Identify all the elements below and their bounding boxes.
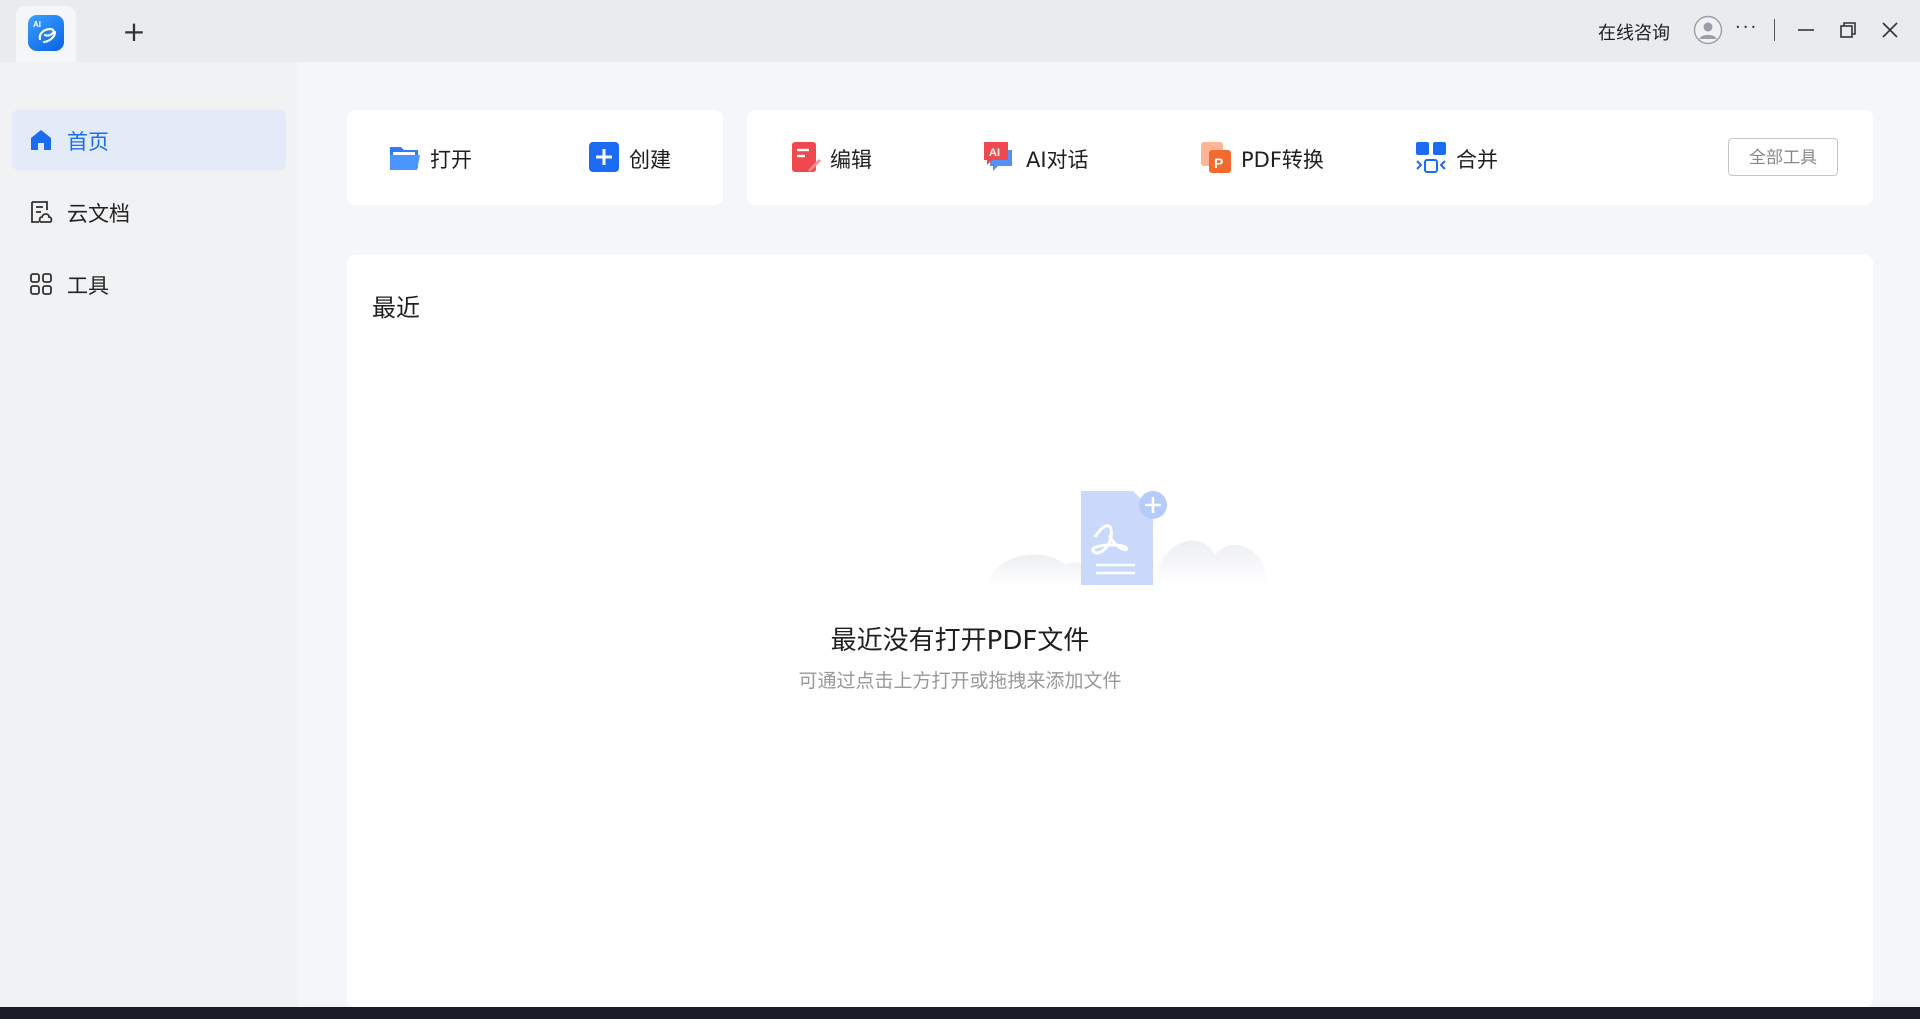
- create-label: 创建: [629, 148, 671, 172]
- empty-state-subtitle: 可通过点击上方打开或拖拽来添加文件: [798, 670, 1122, 692]
- svg-text:P: P: [1214, 155, 1223, 171]
- taskbar-edge: [0, 1007, 1920, 1019]
- empty-state-title: 最近没有打开PDF文件: [830, 626, 1090, 656]
- sidebar-item-home[interactable]: 首页: [12, 110, 286, 170]
- edit-label: 编辑: [830, 148, 872, 172]
- cloud-doc-icon: [28, 199, 54, 225]
- sidebar-item-tools[interactable]: 工具: [12, 254, 286, 314]
- title-bar: AI + 在线咨询 ···: [0, 0, 1920, 62]
- home-icon: [28, 127, 54, 153]
- sidebar-item-label: 云文档: [67, 202, 130, 226]
- sidebar: 首页 云文档 工具: [0, 62, 298, 1007]
- ai-chat-label: AI对话: [1026, 148, 1089, 172]
- open-label: 打开: [430, 148, 472, 172]
- new-tab-button[interactable]: +: [120, 18, 148, 47]
- ai-chat-icon: AI: [982, 140, 1016, 174]
- title-divider: [1774, 19, 1775, 41]
- sidebar-item-cloud-docs[interactable]: 云文档: [12, 182, 286, 242]
- user-avatar-icon[interactable]: [1693, 15, 1723, 45]
- svg-text:AI: AI: [33, 20, 41, 29]
- sidebar-item-label: 首页: [67, 130, 109, 154]
- restore-icon[interactable]: [1836, 18, 1860, 42]
- tools-grid-icon: [28, 271, 54, 297]
- sidebar-item-label: 工具: [67, 274, 109, 298]
- edit-doc-icon: [788, 140, 822, 174]
- app-tab[interactable]: AI: [16, 6, 76, 62]
- pdf-convert-label: PDF转换: [1241, 148, 1324, 172]
- online-consult-link[interactable]: 在线咨询: [1598, 19, 1670, 45]
- minimize-icon[interactable]: [1794, 18, 1818, 42]
- folder-icon: [388, 140, 422, 174]
- svg-text:AI: AI: [989, 147, 1000, 159]
- merge-icon: [1414, 140, 1448, 174]
- recent-title: 最近: [372, 294, 420, 322]
- plus-square-icon: [587, 140, 621, 174]
- merge-label: 合并: [1456, 148, 1498, 172]
- more-options-button[interactable]: ···: [1735, 17, 1758, 38]
- all-tools-button[interactable]: 全部工具: [1728, 138, 1838, 176]
- empty-pdf-illustration: [985, 485, 1271, 595]
- close-icon[interactable]: [1878, 18, 1902, 42]
- app-logo-icon: AI: [28, 15, 64, 51]
- pdf-convert-icon: P: [1199, 140, 1233, 174]
